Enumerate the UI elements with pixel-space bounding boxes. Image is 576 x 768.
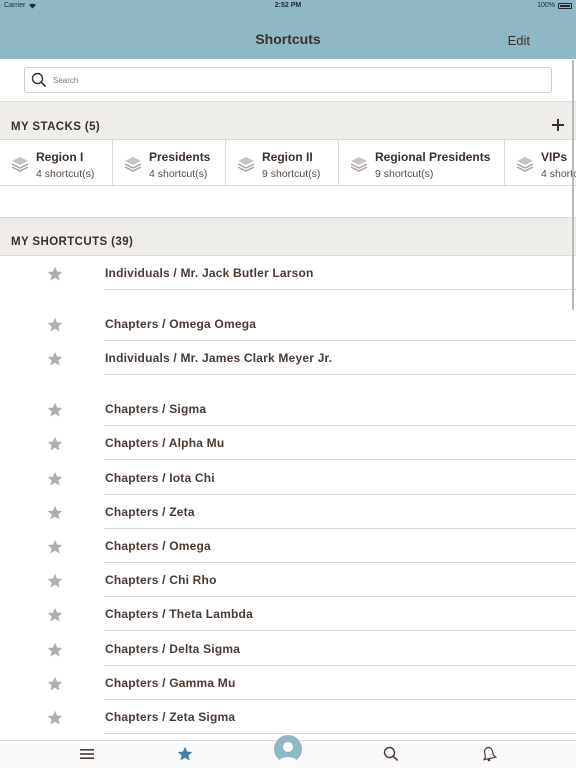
- shortcut-label: Chapters / Alpha Mu: [105, 436, 225, 450]
- star-icon[interactable]: [47, 642, 63, 658]
- list-item[interactable]: Chapters / Zeta: [0, 495, 576, 529]
- shortcut-label: Chapters / Gamma Mu: [105, 676, 236, 690]
- list-item[interactable]: Chapters / Omega Omega: [0, 307, 576, 341]
- star-icon[interactable]: [47, 573, 63, 589]
- search-bar: [0, 59, 576, 101]
- stack-item[interactable]: Regional Presidents 9 shortcut(s): [339, 140, 505, 185]
- layers-icon: [237, 157, 255, 172]
- search-icon: [383, 746, 399, 762]
- tab-shortcuts[interactable]: [165, 741, 205, 768]
- star-icon[interactable]: [47, 539, 63, 555]
- star-icon[interactable]: [47, 317, 63, 333]
- star-icon[interactable]: [47, 676, 63, 692]
- stack-count: 9 shortcut(s): [375, 168, 434, 180]
- list-item[interactable]: Chapters / Theta Lambda: [0, 597, 576, 631]
- star-icon[interactable]: [47, 266, 63, 282]
- nav-bar: Carrier 2:52 PM 100% Shortcuts Edit: [0, 0, 576, 59]
- shortcut-label: Chapters / Zeta Sigma: [105, 710, 236, 724]
- stack-count: 4 shortcut(s): [541, 168, 576, 180]
- list-item[interactable]: Chapters / Chi Rho: [0, 563, 576, 597]
- shortcut-label: Chapters / Iota Chi: [105, 471, 215, 485]
- edit-button[interactable]: Edit: [508, 33, 530, 48]
- search-input[interactable]: [53, 72, 533, 88]
- stack-name: VIPs: [541, 150, 568, 164]
- stack-count: 4 shortcut(s): [36, 168, 95, 180]
- shortcut-label: Chapters / Chi Rho: [105, 573, 217, 587]
- layers-icon: [11, 157, 29, 172]
- shortcuts-title: MY SHORTCUTS (39): [11, 236, 134, 248]
- shortcut-label: Chapters / Omega: [105, 539, 211, 553]
- list-item[interactable]: Chapters / Zeta Sigma: [0, 700, 576, 734]
- shortcut-label: Chapters / Zeta: [105, 505, 195, 519]
- shortcut-label: Chapters / Delta Sigma: [105, 642, 241, 656]
- shortcut-label: Chapters / Theta Lambda: [105, 607, 253, 621]
- status-bar: Carrier 2:52 PM 100%: [0, 0, 576, 12]
- stack-name: Region II: [262, 150, 313, 164]
- star-icon[interactable]: [47, 710, 63, 726]
- battery-icon: [558, 2, 572, 9]
- shortcut-label: Chapters / Sigma: [105, 402, 207, 416]
- star-icon[interactable]: [47, 351, 63, 367]
- divider: [104, 459, 576, 460]
- list-item[interactable]: Chapters / Gamma Mu: [0, 666, 576, 700]
- menu-icon: [80, 749, 94, 759]
- page-title: Shortcuts: [255, 31, 321, 47]
- tab-search[interactable]: [371, 741, 411, 768]
- star-icon[interactable]: [47, 436, 63, 452]
- search-field[interactable]: [24, 67, 552, 93]
- stack-count: 9 shortcut(s): [262, 168, 321, 180]
- stack-name: Presidents: [149, 150, 211, 164]
- list-item[interactable]: Individuals / Mr. Jack Butler Larson: [0, 256, 576, 290]
- bell-icon: [482, 746, 497, 762]
- star-icon: [177, 746, 193, 761]
- star-icon[interactable]: [47, 402, 63, 418]
- star-icon[interactable]: [47, 607, 63, 623]
- add-stack-icon[interactable]: [552, 119, 564, 131]
- tab-bar: [0, 735, 576, 768]
- divider: [104, 630, 576, 631]
- shortcut-list: Individuals / Mr. Jack Butler Larson Cha…: [0, 256, 576, 740]
- list-item[interactable]: Individuals / Mr. James Clark Meyer Jr.: [0, 341, 576, 375]
- layers-icon: [350, 157, 368, 172]
- stack-item[interactable]: Region I 4 shortcut(s): [0, 140, 113, 185]
- stacks-title: MY STACKS (5): [11, 121, 101, 133]
- stack-item[interactable]: VIPs 4 shortcut(s): [505, 140, 576, 185]
- divider: [104, 374, 576, 375]
- profile-icon: [278, 742, 298, 763]
- shortcuts-section-header: MY SHORTCUTS (39): [0, 217, 576, 256]
- stack-name: Regional Presidents: [375, 150, 491, 164]
- search-icon: [31, 72, 47, 88]
- list-item[interactable]: Chapters / Alpha Mu: [0, 426, 576, 460]
- list-item[interactable]: Chapters / Omega: [0, 529, 576, 563]
- star-icon[interactable]: [47, 471, 63, 487]
- tab-notifications[interactable]: [469, 741, 509, 768]
- stack-item[interactable]: Region II 9 shortcut(s): [226, 140, 339, 185]
- star-icon[interactable]: [47, 505, 63, 521]
- layers-icon: [124, 157, 142, 172]
- stack-count: 4 shortcut(s): [149, 168, 208, 180]
- divider: [104, 289, 576, 290]
- battery-percent: 100%: [537, 2, 555, 9]
- divider: [104, 733, 576, 734]
- shortcut-label: Individuals / Mr. James Clark Meyer Jr.: [105, 351, 333, 365]
- scrollbar[interactable]: [572, 60, 574, 310]
- list-item[interactable]: Chapters / Sigma: [0, 392, 576, 426]
- list-item[interactable]: Chapters / Delta Sigma: [0, 632, 576, 666]
- tab-profile[interactable]: [274, 735, 302, 763]
- stack-name: Region I: [36, 150, 84, 164]
- shortcut-label: Individuals / Mr. Jack Butler Larson: [105, 266, 314, 280]
- list-item[interactable]: Chapters / Iota Chi: [0, 461, 576, 495]
- stacks-section-header: MY STACKS (5): [0, 101, 576, 140]
- status-time: 2:52 PM: [274, 2, 302, 9]
- layers-icon: [516, 157, 534, 172]
- spacer: [0, 186, 576, 218]
- tab-menu[interactable]: [67, 741, 107, 768]
- shortcut-label: Chapters / Omega Omega: [105, 317, 257, 331]
- stack-item[interactable]: Presidents 4 shortcut(s): [113, 140, 226, 185]
- stacks-carousel[interactable]: Region I 4 shortcut(s) Presidents 4 shor…: [0, 140, 576, 186]
